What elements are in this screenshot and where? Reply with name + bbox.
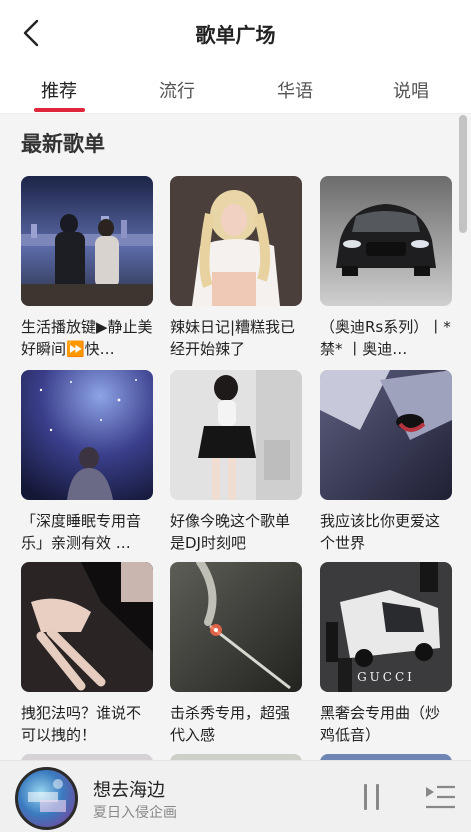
playlist-title: 黑奢会专用曲（炒鸡低音） <box>320 704 441 744</box>
playlist-card[interactable]: 辣妹日记|糟糕我已经开始辣了 <box>170 176 302 360</box>
page-title: 歌单广场 <box>195 22 276 47</box>
playlist-cover <box>21 562 153 692</box>
scrollbar[interactable] <box>459 115 467 233</box>
playlist-cover: GUCCI <box>320 562 452 692</box>
tab-recommend[interactable]: 推荐 <box>14 66 104 114</box>
playlist-cover <box>320 176 452 306</box>
chevron-left-icon <box>23 19 39 47</box>
playlist-card[interactable]: 我应该比你更爱这个世界 <box>320 370 452 554</box>
playlist-card[interactable]: 拽犯法吗？谁说不可以拽的！ <box>21 562 153 746</box>
playlist-title: 生活播放键▶静止美好瞬间⏩快… <box>21 318 153 358</box>
tab-rap[interactable]: 说唱 <box>366 66 456 114</box>
section-title: 最新歌单 <box>21 132 105 156</box>
playlist-cover <box>170 370 302 500</box>
now-playing-cover[interactable] <box>15 767 78 830</box>
playlist-title: 「深度睡眠专用音乐」亲测有效 … <box>21 512 142 552</box>
playlist-title: 我应该比你更爱这个世界 <box>320 512 441 552</box>
playlist-title: 辣妹日记|糟糕我已经开始辣了 <box>170 318 296 358</box>
playlist-card[interactable]: 好像今晚这个歌单是DJ时刻吧 <box>170 370 302 554</box>
now-playing-title: 想去海边 <box>93 780 165 801</box>
pause-icon <box>364 784 367 810</box>
gucci-watermark: GUCCI <box>357 670 415 684</box>
playlist-cover <box>21 370 153 500</box>
playlist-cover <box>170 176 302 306</box>
category-tabs: 推荐 流行 华语 说唱 <box>0 66 471 114</box>
playlist-button[interactable] <box>424 781 456 811</box>
playlist-card[interactable]: GUCCI 黑奢会专用曲（炒鸡低音） <box>320 562 452 746</box>
playlist-card[interactable]: 「深度睡眠专用音乐」亲测有效 … <box>21 370 153 554</box>
playlist-feed[interactable]: 最新歌单 生活播放键▶静止美好瞬间⏩快… 辣妹日记|糟糕我已经开始辣了 （奥迪R… <box>0 115 471 760</box>
now-playing-artist: 夏日入侵企画 <box>93 805 177 821</box>
pause-button[interactable] <box>360 782 384 812</box>
playlist-card[interactable]: 生活播放键▶静止美好瞬间⏩快… <box>21 176 153 360</box>
tab-pop[interactable]: 流行 <box>132 66 222 114</box>
playlist-cover <box>320 370 452 500</box>
playlist-title: （奥迪Rs系列）丨*禁* 丨奥迪… <box>320 318 451 358</box>
mini-player[interactable]: 想去海边 夏日入侵企画 <box>0 760 471 832</box>
playlist-cover <box>21 176 153 306</box>
playlist-card[interactable]: （奥迪Rs系列）丨*禁* 丨奥迪… <box>320 176 452 360</box>
playlist-title: 好像今晚这个歌单是DJ时刻吧 <box>170 512 291 552</box>
playlist-queue-icon <box>426 785 455 809</box>
playlist-cover <box>170 562 302 692</box>
playlist-card[interactable]: 击杀秀专用，超强代入感 <box>170 562 302 746</box>
tab-chinese[interactable]: 华语 <box>250 66 340 114</box>
active-tab-indicator <box>34 108 85 112</box>
top-bar: 歌单广场 <box>0 0 471 66</box>
playlist-title: 击杀秀专用，超强代入感 <box>170 704 291 744</box>
playlist-title: 拽犯法吗？谁说不可以拽的！ <box>21 704 142 744</box>
back-button[interactable] <box>14 14 48 52</box>
